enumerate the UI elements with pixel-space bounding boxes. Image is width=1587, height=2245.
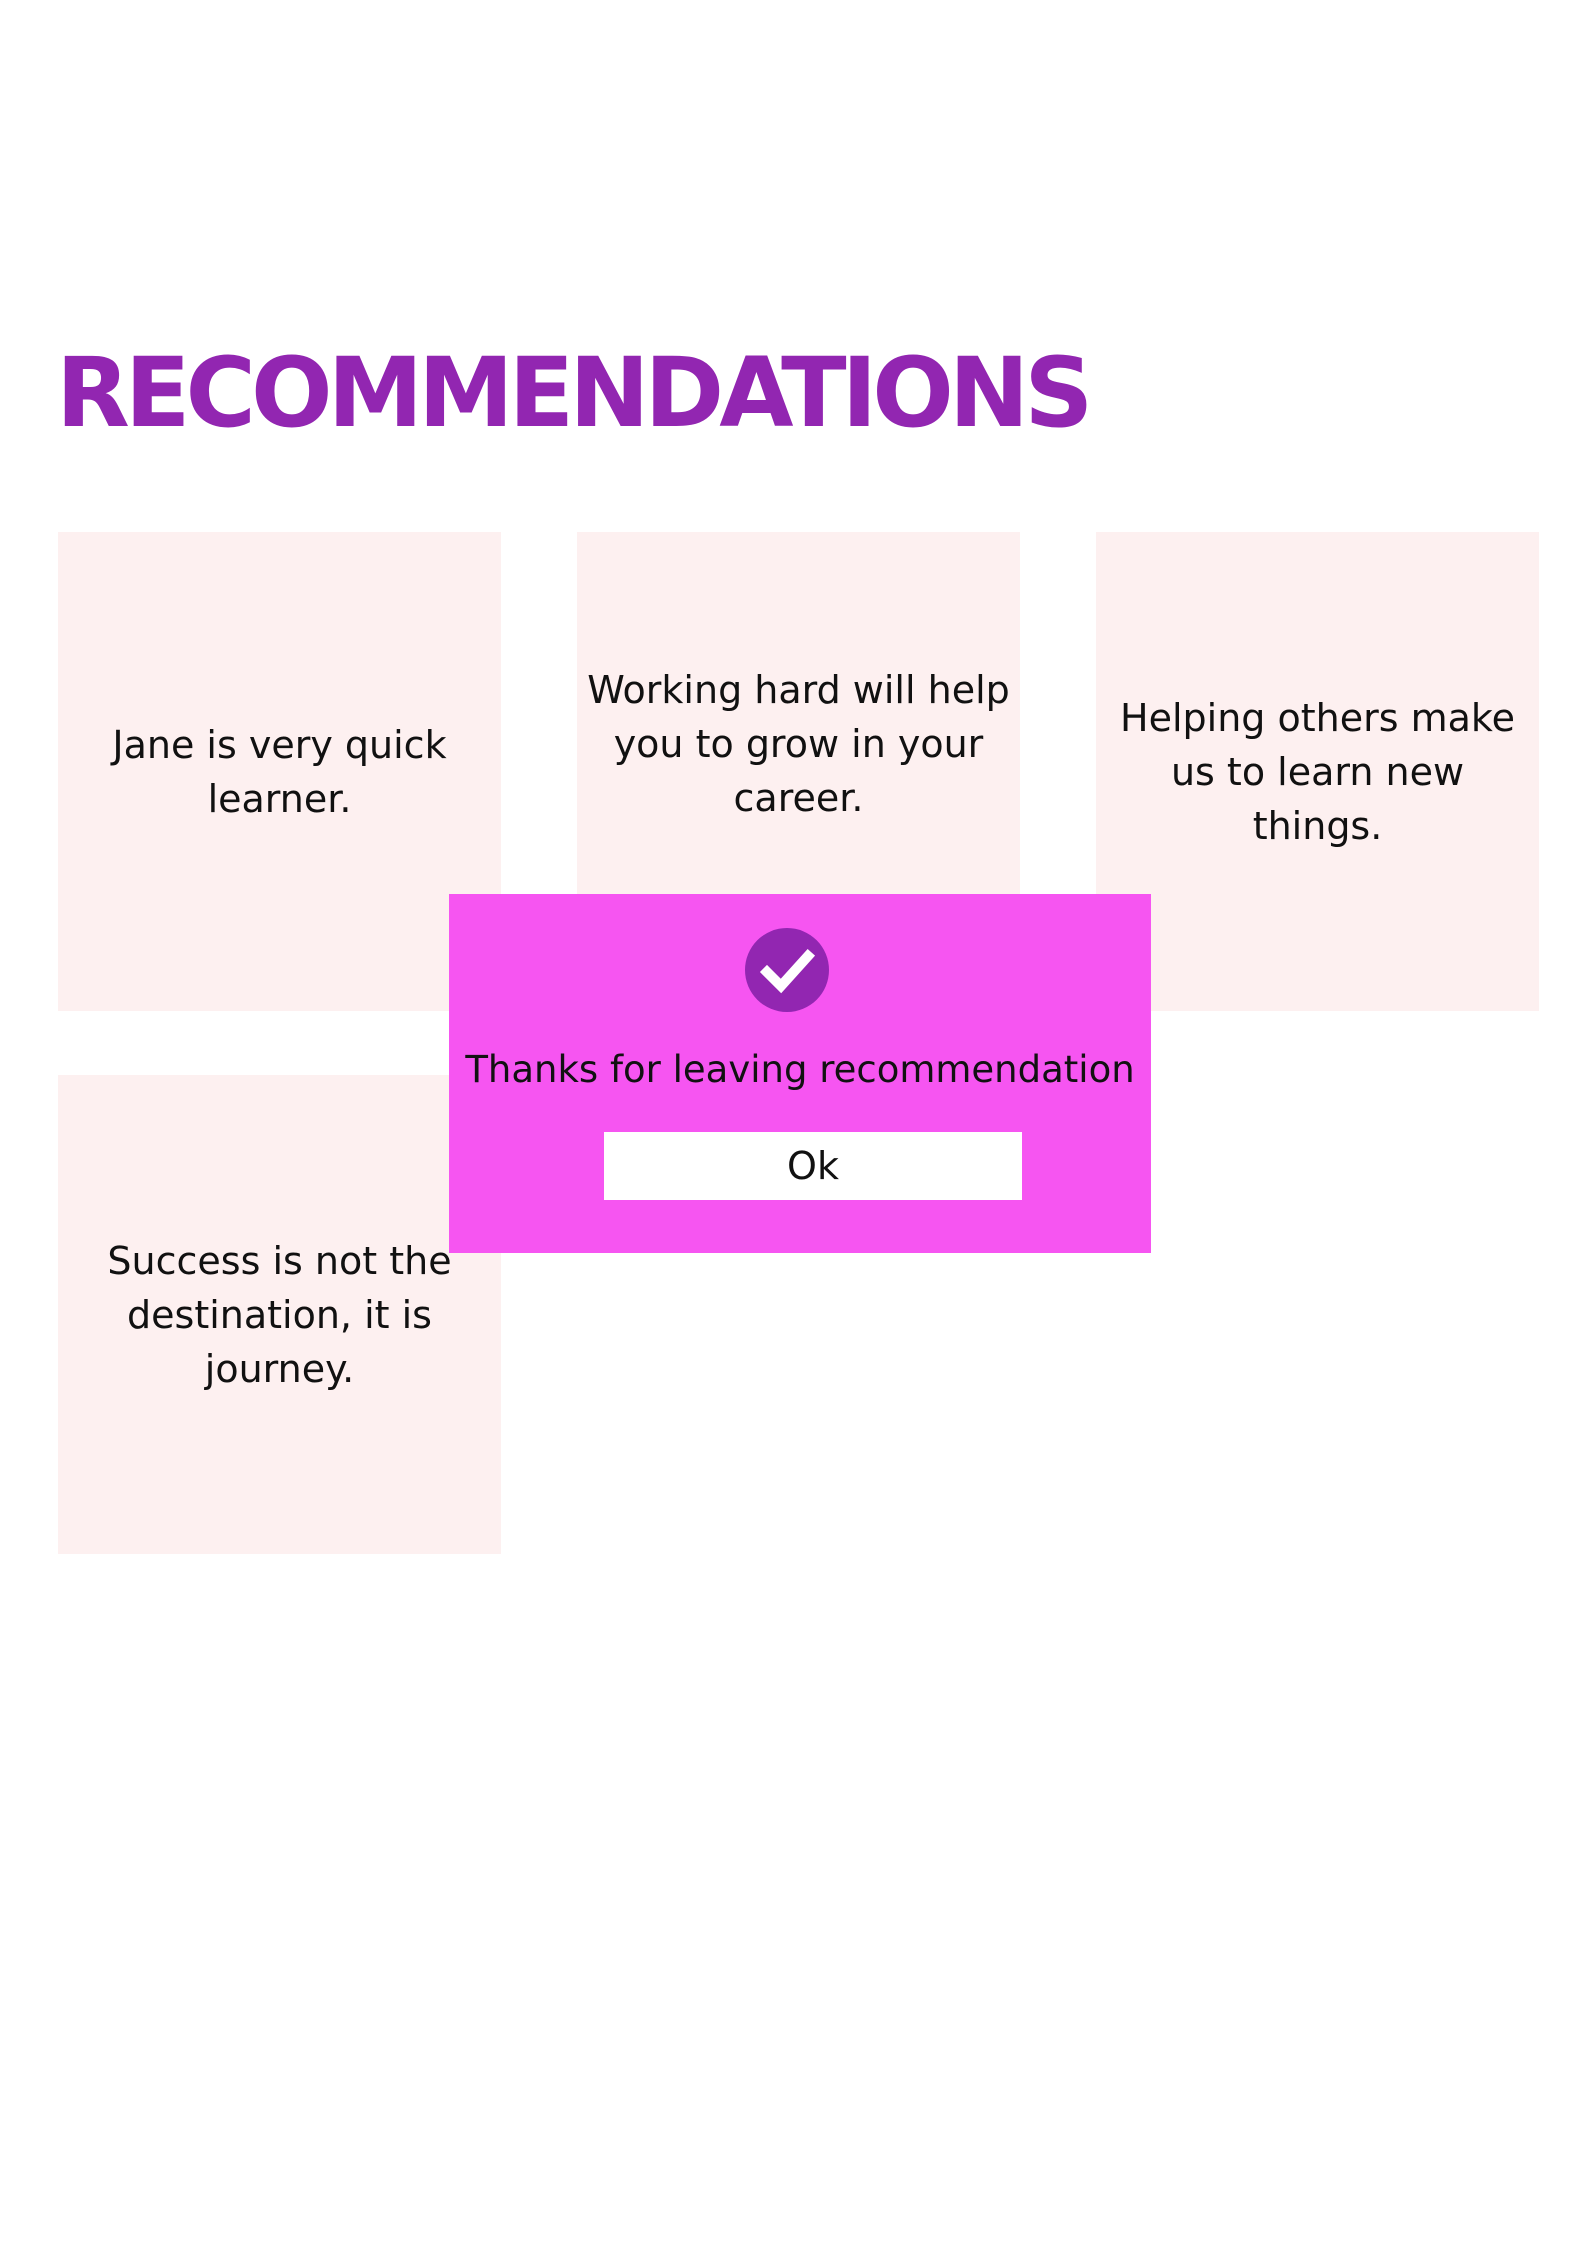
confirmation-dialog: Thanks for leaving recommendation Ok	[449, 894, 1151, 1253]
recommendation-card: Helping others make us to learn new thin…	[1096, 532, 1539, 1011]
page-title: RECOMMENDATIONS	[56, 337, 1093, 449]
recommendation-text: Jane is very quick learner.	[112, 722, 447, 821]
recommendation-card: Jane is very quick learner.	[58, 532, 501, 1011]
recommendation-text: Helping others make us to learn new thin…	[1120, 695, 1515, 848]
check-circle-icon	[745, 928, 829, 1012]
ok-button[interactable]: Ok	[604, 1132, 1022, 1200]
recommendation-text: Working hard will help you to grow in yo…	[587, 667, 1010, 820]
recommendation-text: Success is not the destination, it is jo…	[107, 1238, 452, 1391]
dialog-message: Thanks for leaving recommendation	[465, 1048, 1135, 1091]
recommendation-card: Success is not the destination, it is jo…	[58, 1075, 501, 1554]
